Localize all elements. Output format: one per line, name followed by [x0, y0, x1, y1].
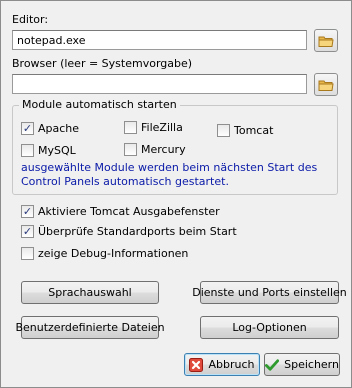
settings-dialog: Editor: Browser (leer = Systemvorgabe) M…: [0, 0, 352, 388]
checkbox-label: Apache: [38, 122, 80, 135]
autostart-mysql-checkbox[interactable]: MySQL: [21, 144, 76, 157]
language-button[interactable]: Sprachauswahl: [21, 281, 159, 304]
services-ports-button[interactable]: Dienste und Ports einstellen: [192, 281, 347, 304]
checkbox-box[interactable]: [21, 247, 34, 260]
autostart-mercury-checkbox[interactable]: Mercury: [124, 143, 186, 156]
editor-label: Editor:: [12, 13, 49, 26]
checkbox-label: Tomcat: [234, 124, 274, 137]
red-x-icon: [189, 357, 204, 372]
checkbox-box[interactable]: [124, 121, 137, 134]
check-ports-checkbox[interactable]: ✓ Überprüfe Standardports beim Start: [21, 225, 237, 238]
log-options-button[interactable]: Log-Optionen: [200, 316, 339, 339]
custom-files-button[interactable]: Benutzerdefinierte Dateien: [15, 316, 165, 339]
checkbox-box[interactable]: ✓: [21, 225, 34, 238]
button-label: Abbruch: [208, 358, 255, 371]
checkbox-label: FileZilla: [141, 121, 183, 134]
cancel-button[interactable]: Abbruch: [184, 353, 260, 376]
button-label: Log-Optionen: [232, 321, 307, 334]
debug-info-checkbox[interactable]: zeige Debug-Informationen: [21, 247, 188, 260]
green-check-icon: [265, 358, 280, 371]
autostart-filezilla-checkbox[interactable]: FileZilla: [124, 121, 183, 134]
checkbox-label: MySQL: [38, 144, 76, 157]
button-label: Sprachauswahl: [48, 286, 132, 299]
autostart-tomcat-checkbox[interactable]: Tomcat: [217, 124, 273, 137]
button-label: Speichern: [284, 358, 339, 371]
folder-icon: [318, 80, 334, 91]
tomcat-output-checkbox[interactable]: ✓ Aktiviere Tomcat Ausgabefenster: [21, 205, 220, 218]
browser-browse-button[interactable]: [314, 73, 338, 96]
checkbox-label: Aktiviere Tomcat Ausgabefenster: [38, 205, 220, 218]
checkbox-box[interactable]: [21, 144, 34, 157]
checkbox-box[interactable]: [124, 143, 137, 156]
button-label: Benutzerdefinierte Dateien: [15, 321, 165, 334]
editor-browse-button[interactable]: [314, 29, 338, 52]
browser-label: Browser (leer = Systemvorgabe): [12, 57, 193, 70]
autostart-apache-checkbox[interactable]: ✓ Apache: [21, 122, 79, 135]
checkbox-box[interactable]: ✓: [21, 205, 34, 218]
checkbox-box[interactable]: [217, 124, 230, 137]
checkbox-box[interactable]: ✓: [21, 122, 34, 135]
checkbox-label: Mercury: [141, 143, 186, 156]
editor-input[interactable]: [12, 30, 307, 50]
folder-icon: [318, 36, 334, 47]
button-label: Dienste und Ports einstellen: [192, 286, 347, 299]
autostart-info-text: ausgewählte Module werden beim nächsten …: [21, 161, 318, 188]
checkbox-label: zeige Debug-Informationen: [38, 247, 189, 260]
browser-input[interactable]: [12, 74, 307, 94]
checkbox-label: Überprüfe Standardports beim Start: [38, 225, 237, 238]
autostart-group-title: Module automatisch starten: [19, 98, 180, 111]
save-button[interactable]: Speichern: [264, 353, 340, 376]
